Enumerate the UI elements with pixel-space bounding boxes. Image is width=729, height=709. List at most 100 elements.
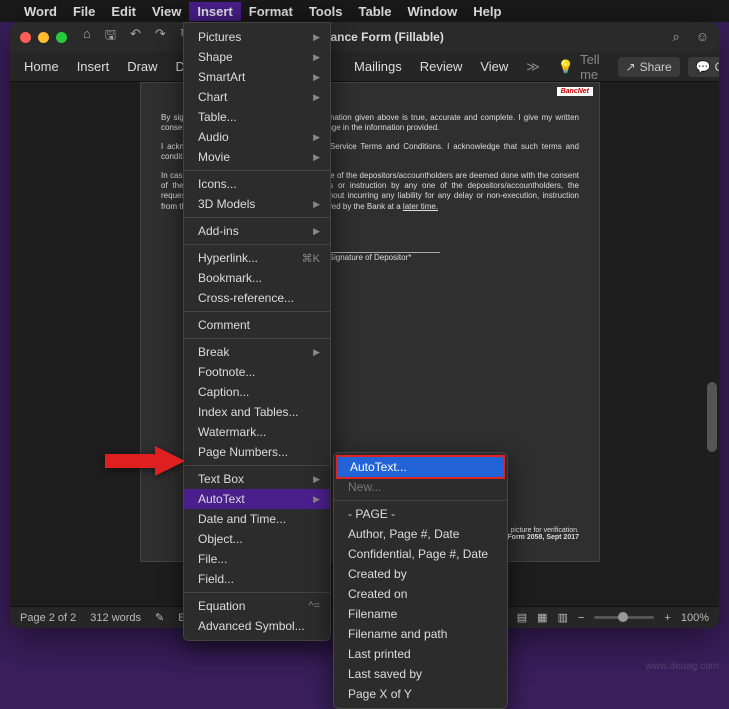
insert-menu-item[interactable]: Cross-reference... (184, 288, 330, 308)
insert-menu-item[interactable]: SmartArt▶ (184, 67, 330, 87)
autotext-entry[interactable]: Page X of Y (334, 684, 507, 704)
undo-icon[interactable]: ↶ (130, 26, 141, 48)
insert-menu-item[interactable]: Advanced Symbol... (184, 616, 330, 636)
autotext-entry[interactable]: - PAGE - (334, 504, 507, 524)
share-button[interactable]: ↗ Share (618, 57, 680, 77)
insert-menu-item[interactable]: Pictures▶ (184, 27, 330, 47)
menu-separator (184, 217, 330, 218)
insert-menu-item[interactable]: Hyperlink...⌘K (184, 248, 330, 268)
menu-shortcut: ^= (308, 600, 320, 612)
autotext-entry[interactable]: Created by (334, 564, 507, 584)
minimize-button[interactable] (38, 32, 49, 43)
insert-menu-item[interactable]: Add-ins▶ (184, 221, 330, 241)
menu-item-label: Add-ins (198, 224, 239, 238)
insert-menu-item[interactable]: AutoText▶ (184, 489, 330, 509)
tab-view[interactable]: View (480, 59, 508, 74)
insert-menu-item[interactable]: Movie▶ (184, 147, 330, 167)
menubar-edit[interactable]: Edit (111, 4, 136, 19)
status-words[interactable]: 312 words (90, 612, 141, 624)
insert-menu-item[interactable]: Icons... (184, 174, 330, 194)
page-footer: with picture for verification. Form 2058… (496, 527, 579, 541)
insert-menu-item[interactable]: Watermark... (184, 422, 330, 442)
chevron-right-icon: ▶ (313, 52, 320, 63)
tab-insert[interactable]: Insert (77, 59, 110, 74)
insert-menu-item[interactable]: Index and Tables... (184, 402, 330, 422)
focus-view-icon[interactable]: ▤ (517, 611, 527, 624)
zoom-out-icon[interactable]: − (578, 612, 584, 624)
zoom-in-icon[interactable]: + (664, 612, 670, 624)
tab-draw[interactable]: Draw (127, 59, 157, 74)
insert-menu-item[interactable]: Comment (184, 315, 330, 335)
redo-icon[interactable]: ↷ (155, 26, 166, 48)
menu-item-label: Caption... (198, 385, 249, 399)
insert-menu-dropdown: Pictures▶Shape▶SmartArt▶Chart▶Table...Au… (183, 22, 331, 641)
menubar-help[interactable]: Help (473, 4, 501, 19)
chevron-right-icon: ▶ (313, 347, 320, 358)
autotext-entry[interactable]: Filename (334, 604, 507, 624)
insert-menu-item[interactable]: Object... (184, 529, 330, 549)
menu-item-label: Pictures (198, 30, 241, 44)
menubar-view[interactable]: View (152, 4, 181, 19)
insert-menu-item[interactable]: File... (184, 549, 330, 569)
insert-menu-item[interactable]: Page Numbers... (184, 442, 330, 462)
menubar-app[interactable]: Word (24, 4, 57, 19)
insert-menu-item[interactable]: 3D Models▶ (184, 194, 330, 214)
menubar-tools[interactable]: Tools (309, 4, 343, 19)
print-view-icon[interactable]: ▦ (537, 611, 547, 624)
search-icon[interactable]: ⌕ (672, 29, 679, 45)
titlebar: ⌂ 🖫 ↶ ↷ ↻ Maintenance Form (Fillable) ⌕ … (10, 22, 719, 52)
menu-item-label: Table... (198, 110, 237, 124)
insert-menu-item[interactable]: Equation^= (184, 596, 330, 616)
insert-menu-item[interactable]: Audio▶ (184, 127, 330, 147)
menubar-format[interactable]: Format (249, 4, 293, 19)
insert-menu-item[interactable]: Break▶ (184, 342, 330, 362)
insert-menu-item[interactable]: Text Box▶ (184, 469, 330, 489)
chevron-right-icon: ▶ (313, 72, 320, 83)
autotext-entry[interactable]: Confidential, Page #, Date (334, 544, 507, 564)
insert-menu-item[interactable]: Bookmark... (184, 268, 330, 288)
menu-separator (184, 592, 330, 593)
autotext-entry[interactable]: Last saved by (334, 664, 507, 684)
spellcheck-icon[interactable]: ✎ (155, 611, 164, 624)
menu-item-label: Comment (198, 318, 250, 332)
menubar-file[interactable]: File (73, 4, 95, 19)
save-icon[interactable]: 🖫 (105, 26, 116, 48)
chevron-right-icon: ▶ (313, 474, 320, 485)
menu-separator (334, 500, 507, 501)
tab-review[interactable]: Review (420, 59, 463, 74)
tab-mailings[interactable]: Mailings (354, 59, 402, 74)
user-icon[interactable]: ☺ (696, 29, 709, 45)
autotext-entry[interactable]: Created on (334, 584, 507, 604)
menubar-table[interactable]: Table (359, 4, 392, 19)
tab-home[interactable]: Home (24, 59, 59, 74)
tellme[interactable]: 💡 Tell me (558, 52, 600, 82)
autotext-entry[interactable]: Author, Page #, Date (334, 524, 507, 544)
close-button[interactable] (20, 32, 31, 43)
home-icon[interactable]: ⌂ (83, 26, 91, 48)
maximize-button[interactable] (56, 32, 67, 43)
autotext-entry[interactable]: Filename and path (334, 624, 507, 644)
menu-shortcut: ⌘K (302, 252, 320, 265)
watermark: www.deuag.com (646, 661, 719, 672)
insert-menu-item[interactable]: Table... (184, 107, 330, 127)
insert-menu-item[interactable]: Shape▶ (184, 47, 330, 67)
status-page[interactable]: Page 2 of 2 (20, 612, 76, 624)
autotext-entry[interactable]: Last printed (334, 644, 507, 664)
menu-item-label: Index and Tables... (198, 405, 299, 419)
menubar-window[interactable]: Window (408, 4, 458, 19)
insert-menu-item[interactable]: Footnote... (184, 362, 330, 382)
web-view-icon[interactable]: ▥ (558, 611, 568, 624)
insert-menu-item[interactable]: Date and Time... (184, 509, 330, 529)
forward-icon[interactable]: ≫ (526, 59, 540, 75)
menu-item-label: Movie (198, 150, 230, 164)
insert-menu-item[interactable]: Caption... (184, 382, 330, 402)
autotext-menu-item[interactable]: AutoText... (336, 455, 505, 479)
vertical-scrollbar[interactable] (707, 382, 717, 452)
zoom-slider[interactable] (594, 616, 654, 619)
zoom-level[interactable]: 100% (681, 612, 709, 624)
insert-menu-item[interactable]: Field... (184, 569, 330, 589)
insert-menu-item[interactable]: Chart▶ (184, 87, 330, 107)
comments-button[interactable]: 💬 Comments (688, 57, 719, 77)
menubar-insert[interactable]: Insert (189, 2, 240, 21)
menu-item-label: Audio (198, 130, 229, 144)
